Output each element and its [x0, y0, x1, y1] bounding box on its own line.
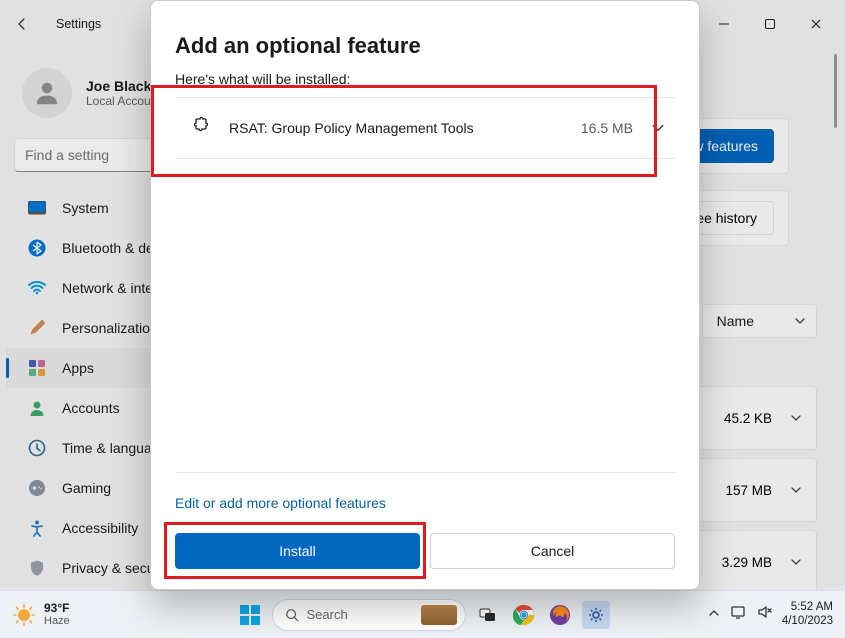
minimize-button[interactable] [701, 8, 747, 40]
chrome-icon[interactable] [510, 601, 538, 629]
sort-label: Name [717, 313, 754, 329]
maximize-button[interactable] [747, 8, 793, 40]
sidebar-item-label: Apps [62, 360, 94, 376]
sidebar-item-label: Accounts [62, 400, 120, 416]
volume-tray-icon[interactable] [756, 604, 772, 625]
accessibility-icon [28, 519, 46, 537]
dialog-title: Add an optional feature [175, 33, 675, 59]
feature-size: 45.2 KB [724, 411, 772, 426]
scrollbar[interactable] [834, 54, 837, 128]
weather-icon [12, 603, 36, 627]
chevron-down-icon [794, 315, 806, 327]
install-button[interactable]: Install [175, 533, 420, 569]
bluetooth-icon [28, 239, 46, 257]
taskbar-search-placeholder: Search [307, 607, 413, 622]
shield-icon [28, 559, 46, 577]
chevron-down-icon [790, 556, 802, 568]
sidebar-item-label: Personalization [62, 320, 158, 336]
dialog-subtitle: Here's what will be installed: [175, 71, 675, 87]
clock-time: 5:52 AM [782, 601, 833, 614]
feature-size: 16.5 MB [581, 120, 633, 136]
back-button[interactable] [6, 8, 38, 40]
feature-size: 3.29 MB [722, 555, 772, 570]
clock[interactable]: 5:52 AM 4/10/2023 [782, 601, 833, 627]
search-icon [285, 608, 299, 622]
chevron-down-icon [651, 121, 665, 135]
task-view-icon[interactable] [474, 601, 502, 629]
search-preview-icon [421, 605, 457, 625]
feature-item[interactable]: RSAT: Group Policy Management Tools 16.5… [175, 97, 675, 159]
gaming-icon [28, 479, 46, 497]
puzzle-icon [191, 116, 211, 141]
window-title: Settings [56, 17, 101, 31]
taskbar-search[interactable]: Search [272, 599, 466, 631]
tray-chevron-icon[interactable] [708, 606, 720, 624]
cancel-button[interactable]: Cancel [430, 533, 675, 569]
system-icon [28, 199, 46, 217]
sidebar-item-label: Gaming [62, 480, 111, 496]
apps-icon [28, 359, 46, 377]
network-tray-icon[interactable] [730, 604, 746, 625]
clock-date: 4/10/2023 [782, 615, 833, 628]
brush-icon [28, 319, 46, 337]
wifi-icon [28, 279, 46, 297]
firefox-icon[interactable] [546, 601, 574, 629]
weather-temp: 93°F [44, 602, 70, 615]
weather-widget[interactable]: 93°F Haze [12, 602, 70, 627]
chevron-down-icon [790, 484, 802, 496]
accounts-icon [28, 399, 46, 417]
avatar [22, 68, 72, 118]
sort-dropdown[interactable]: Name [702, 304, 817, 338]
chevron-down-icon [790, 412, 802, 424]
sidebar-item-label: Accessibility [62, 520, 138, 536]
settings-app-icon[interactable] [582, 601, 610, 629]
clock-icon [28, 439, 46, 457]
sidebar-item-label: System [62, 200, 109, 216]
taskbar: 93°F Haze Search 5:52 AM 4/10/2023 [0, 590, 845, 638]
edit-more-link[interactable]: Edit or add more optional features [175, 495, 675, 511]
feature-name: RSAT: Group Policy Management Tools [229, 120, 563, 136]
add-feature-dialog: Add an optional feature Here's what will… [150, 0, 700, 590]
feature-size: 157 MB [725, 483, 772, 498]
start-button[interactable] [236, 601, 264, 629]
weather-condition: Haze [44, 615, 70, 627]
close-button[interactable] [793, 8, 839, 40]
